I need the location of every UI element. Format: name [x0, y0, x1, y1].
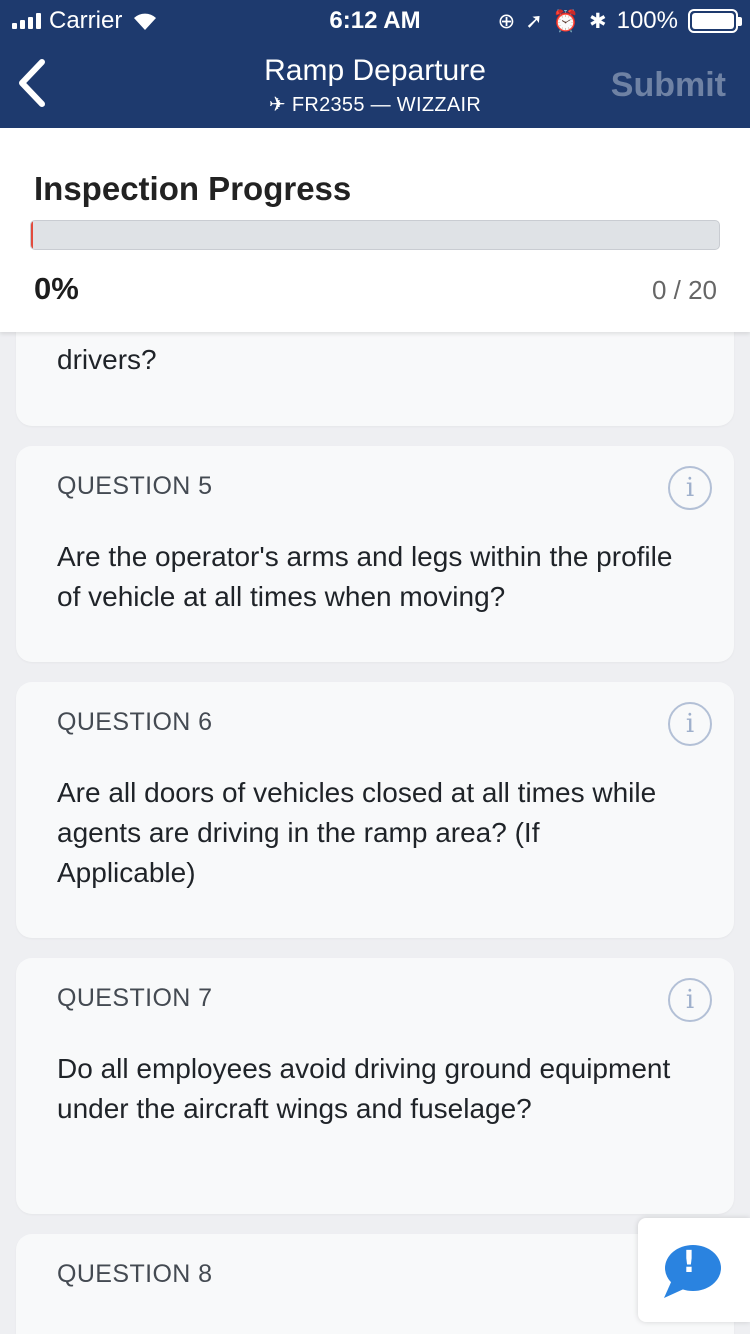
- nav-title: Ramp Departure: [264, 54, 486, 87]
- question-card[interactable]: QUESTION 8: [16, 1234, 734, 1334]
- status-bar: Carrier 6:12 AM ⊕ ➚ ⏰ ✱ 100%: [0, 0, 750, 40]
- question-card[interactable]: QUESTION 6 i Are all doors of vehicles c…: [16, 682, 734, 938]
- inspection-progress-panel: Inspection Progress 0% 0 / 20: [0, 128, 750, 332]
- battery-icon: [688, 9, 742, 33]
- question-text: Are the operator's arms and legs within …: [57, 541, 673, 612]
- bluetooth-icon: ✱: [589, 9, 607, 33]
- location-icon: ➚: [525, 9, 543, 33]
- back-chevron-icon[interactable]: [14, 58, 54, 108]
- question-text: Do all employees avoid driving ground eq…: [57, 1053, 671, 1124]
- alarm-icon: ⏰: [552, 9, 579, 33]
- question-text: drivers?: [57, 344, 157, 375]
- progress-count: 0 / 20: [651, 275, 717, 305]
- feedback-button[interactable]: !: [638, 1218, 750, 1322]
- question-card[interactable]: QUESTION 7 i Do all employees avoid driv…: [16, 958, 734, 1214]
- app-header: Carrier 6:12 AM ⊕ ➚ ⏰ ✱ 100% Ramp Depart…: [0, 0, 750, 128]
- progress-bar-fill: [31, 221, 33, 249]
- status-right: ⊕ ➚ ⏰ ✱ 100%: [497, 7, 742, 35]
- info-icon[interactable]: i: [668, 978, 712, 1022]
- screen: drivers? QUESTION 5 i Are the operator's…: [0, 0, 750, 1334]
- info-icon[interactable]: i: [668, 702, 712, 746]
- question-label: QUESTION 7: [57, 984, 213, 1012]
- orientation-lock-icon: ⊕: [497, 9, 516, 33]
- question-label: QUESTION 5: [57, 472, 213, 500]
- progress-percent: 0%: [34, 271, 79, 306]
- question-label: QUESTION 6: [57, 708, 213, 736]
- exclamation-icon: !: [682, 1245, 696, 1280]
- question-card[interactable]: QUESTION 5 i Are the operator's arms and…: [16, 446, 734, 662]
- submit-button[interactable]: Submit: [611, 66, 726, 105]
- progress-title: Inspection Progress: [34, 170, 352, 207]
- question-text: Are all doors of vehicles closed at all …: [57, 777, 657, 888]
- question-label: QUESTION 8: [57, 1260, 213, 1288]
- progress-bar: [30, 220, 720, 250]
- battery-percent: 100%: [616, 7, 678, 34]
- nav-subtitle: ✈ FR2355 — WIZZAIR: [268, 94, 482, 116]
- info-icon[interactable]: i: [668, 466, 712, 510]
